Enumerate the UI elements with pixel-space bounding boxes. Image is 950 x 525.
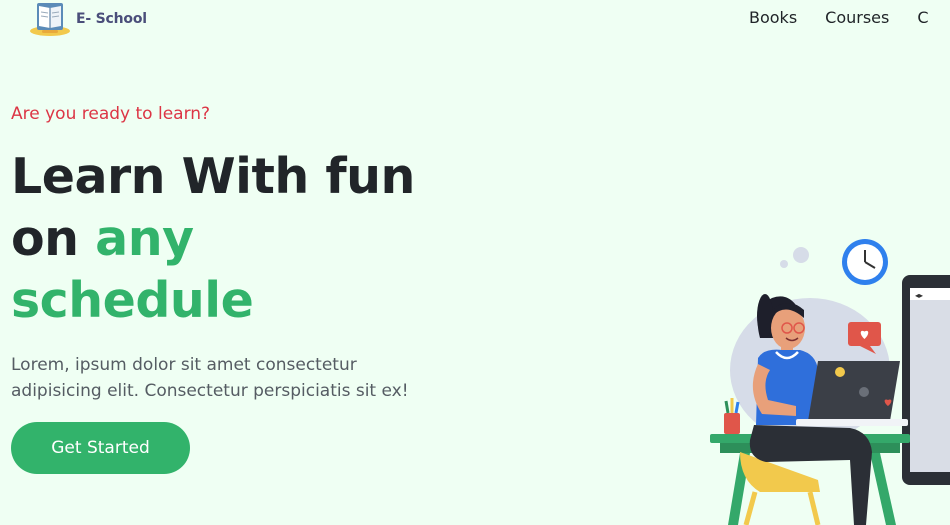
chair-leg xyxy=(743,491,758,525)
nav-link-courses[interactable]: Courses xyxy=(825,8,889,27)
navbar: E- School Books Courses C xyxy=(0,0,950,40)
clock-icon xyxy=(842,239,888,285)
chair-leg xyxy=(807,491,821,525)
floating-dot xyxy=(780,260,788,268)
hero-lead-line1: Lorem, ipsum dolor sit amet consectetur xyxy=(11,355,357,375)
hero-title-line2-accent: any xyxy=(95,210,194,267)
monitor: ◂▸ xyxy=(902,275,950,485)
open-book-icon xyxy=(30,3,70,36)
hero-title-line2-plain: on xyxy=(11,210,79,267)
get-started-button[interactable]: Get Started xyxy=(11,422,190,474)
brand-logo[interactable]: E- School xyxy=(28,0,147,38)
pencil-cup-icon xyxy=(724,398,740,434)
floating-dot xyxy=(793,247,809,263)
nav-link-truncated[interactable]: C xyxy=(917,8,928,27)
hero-title-line1: Learn With fun xyxy=(11,148,415,205)
brand-name: E- School xyxy=(76,11,147,27)
student-at-laptop-illustration: ◂▸ xyxy=(710,239,950,525)
nav-link-books[interactable]: Books xyxy=(749,8,797,27)
hero-lead: Lorem, ipsum dolor sit amet consectetur … xyxy=(11,352,451,404)
hero-eyebrow: Are you ready to learn? xyxy=(11,104,211,124)
main-nav: Books Courses C xyxy=(749,8,950,27)
svg-text:◂▸: ◂▸ xyxy=(915,291,923,300)
hero-lead-line2: adipisicing elit. Consectetur perspiciat… xyxy=(11,381,409,401)
hero-title-line3-accent: schedule xyxy=(11,272,254,329)
hero-title: Learn With fun on any schedule xyxy=(11,146,471,332)
